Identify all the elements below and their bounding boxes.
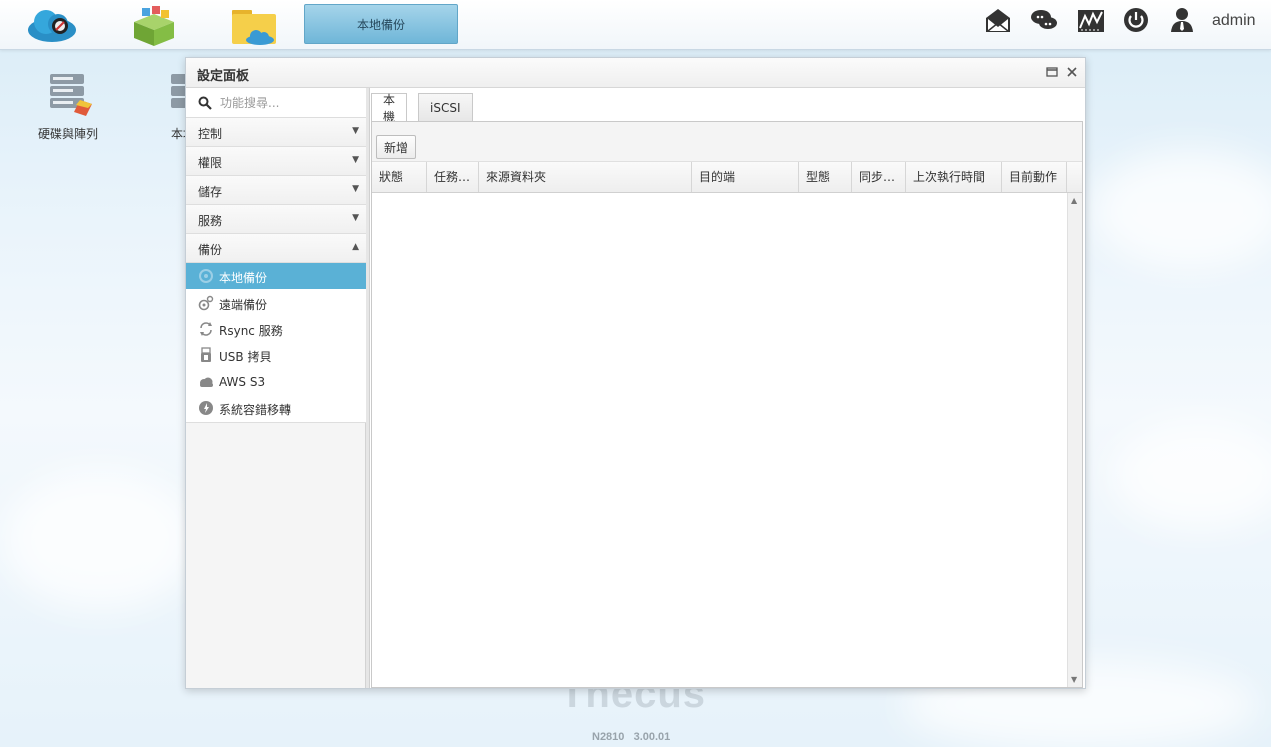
chat-icon[interactable] xyxy=(1030,6,1058,34)
vertical-scrollbar[interactable]: ▲ ▼ xyxy=(1067,193,1082,687)
taskbar-window-local-backup[interactable]: 本地備份 xyxy=(304,4,458,44)
rsync-icon xyxy=(200,322,212,336)
sidebar-category-service[interactable]: 服務 ▼ xyxy=(186,205,366,234)
chevron-down-icon: ▼ xyxy=(352,184,359,194)
background-cloud xyxy=(0,470,200,610)
firmware-version: 3.00.01 xyxy=(633,731,671,743)
backup-submenu: 本地備份 遠端備份 Rsync 服務 USB 拷貝 AWS S3 系統容錯移轉 xyxy=(186,263,366,423)
sidebar-item-label: 系統容錯移轉 xyxy=(219,403,292,417)
chevron-down-icon: ▼ xyxy=(352,213,359,223)
sidebar-item-local-backup[interactable]: 本地備份 xyxy=(186,263,366,289)
sidebar-item-label: AWS S3 xyxy=(219,375,266,389)
add-task-button[interactable]: 新增 xyxy=(376,135,417,159)
search-input[interactable] xyxy=(220,94,358,112)
mail-icon[interactable] xyxy=(984,6,1012,34)
app-center-icon[interactable] xyxy=(128,4,180,46)
settings-panel-window: 設定面板 控制 ▼ 權限 ▼ 儲存 ▼ xyxy=(185,57,1086,689)
category-label: 權限 xyxy=(198,156,223,170)
task-table-body xyxy=(372,193,1067,687)
column-header-current-action[interactable]: 目前動作 xyxy=(1002,162,1067,192)
sidebar-item-label: Rsync 服務 xyxy=(219,324,283,338)
task-toolbar: 新增 xyxy=(372,122,1082,162)
category-label: 控制 xyxy=(198,127,223,141)
window-title: 設定面板 xyxy=(197,69,250,84)
desktop-icon-disk-raid[interactable]: 硬碟與陣列 xyxy=(35,72,101,142)
column-header-task[interactable]: 任務… xyxy=(427,162,479,192)
tab-iscsi[interactable]: iSCSI xyxy=(418,93,473,122)
category-label: 備份 xyxy=(198,243,223,257)
settings-sidebar: 控制 ▼ 權限 ▼ 儲存 ▼ 服務 ▼ 備份 ▲ 本地備份 xyxy=(186,88,366,688)
disk-array-icon xyxy=(50,74,92,116)
sidebar-item-remote-backup[interactable]: 遠端備份 xyxy=(186,290,366,316)
column-header-sync[interactable]: 同步… xyxy=(852,162,906,192)
window-titlebar[interactable]: 設定面板 xyxy=(186,58,1085,88)
sidebar-item-rsync[interactable]: Rsync 服務 xyxy=(186,316,366,342)
function-search xyxy=(186,88,366,118)
column-header-source-folder[interactable]: 來源資料夾 xyxy=(479,162,692,192)
chevron-up-icon: ▲ xyxy=(352,242,359,252)
sidebar-item-label: 遠端備份 xyxy=(219,298,268,312)
sidebar-splitter[interactable] xyxy=(366,88,370,688)
power-icon[interactable] xyxy=(1122,6,1150,34)
local-backup-icon xyxy=(199,269,213,283)
category-label: 服務 xyxy=(198,214,223,228)
cloud-icon xyxy=(200,377,213,387)
user-icon[interactable] xyxy=(1168,6,1196,34)
background-cloud xyxy=(1110,420,1271,530)
column-header-type[interactable]: 型態 xyxy=(799,162,852,192)
system-monitor-icon[interactable] xyxy=(1077,6,1105,34)
scroll-up-icon[interactable]: ▲ xyxy=(1071,196,1077,205)
sidebar-item-label: USB 拷貝 xyxy=(219,350,272,364)
sidebar-category-control[interactable]: 控制 ▼ xyxy=(186,118,366,147)
file-manager-icon[interactable] xyxy=(228,4,280,46)
tab-local[interactable]: 本機 xyxy=(371,93,408,124)
maximize-icon[interactable] xyxy=(1045,65,1059,79)
task-table-header: 狀態 任務… 來源資料夾 目的端 型態 同步… 上次執行時間 目前動作 xyxy=(372,162,1082,193)
device-model-version: N2810 3.00.01 xyxy=(592,731,670,743)
local-backup-content: 本機 iSCSI 新增 狀態 任務… 來源資料夾 目的端 型態 同步… 上次執行… xyxy=(371,88,1085,688)
usb-icon xyxy=(201,347,211,362)
top-taskbar: 本地備份 admin xyxy=(0,0,1271,50)
task-panel: 新增 狀態 任務… 來源資料夾 目的端 型態 同步… 上次執行時間 目前動作 ▲… xyxy=(371,121,1083,688)
sidebar-category-backup[interactable]: 備份 ▲ xyxy=(186,234,366,263)
column-header-last-run-time[interactable]: 上次執行時間 xyxy=(906,162,1002,192)
close-icon[interactable] xyxy=(1065,65,1079,79)
category-label: 儲存 xyxy=(198,185,223,199)
column-header-status[interactable]: 狀態 xyxy=(372,162,427,192)
failover-icon xyxy=(199,401,213,415)
chevron-down-icon: ▼ xyxy=(352,126,359,136)
desktop-icon-label: 硬碟與陣列 xyxy=(37,127,98,141)
search-icon xyxy=(198,96,212,110)
sidebar-item-label: 本地備份 xyxy=(219,271,268,285)
username-label[interactable]: admin xyxy=(1212,12,1256,30)
scroll-down-icon[interactable]: ▼ xyxy=(1071,675,1077,684)
sidebar-item-aws-s3[interactable]: AWS S3 xyxy=(186,369,366,395)
sidebar-category-privilege[interactable]: 權限 ▼ xyxy=(186,147,366,176)
sidebar-item-usb-copy[interactable]: USB 拷貝 xyxy=(186,342,366,368)
chevron-down-icon: ▼ xyxy=(352,155,359,165)
remote-backup-icon xyxy=(198,295,214,311)
device-model: N2810 xyxy=(592,731,625,743)
sidebar-item-failover[interactable]: 系統容錯移轉 xyxy=(186,395,366,421)
background-cloud xyxy=(1090,150,1271,270)
cloud-app-icon[interactable] xyxy=(26,4,78,46)
sidebar-category-storage[interactable]: 儲存 ▼ xyxy=(186,176,366,205)
column-header-target[interactable]: 目的端 xyxy=(692,162,799,192)
